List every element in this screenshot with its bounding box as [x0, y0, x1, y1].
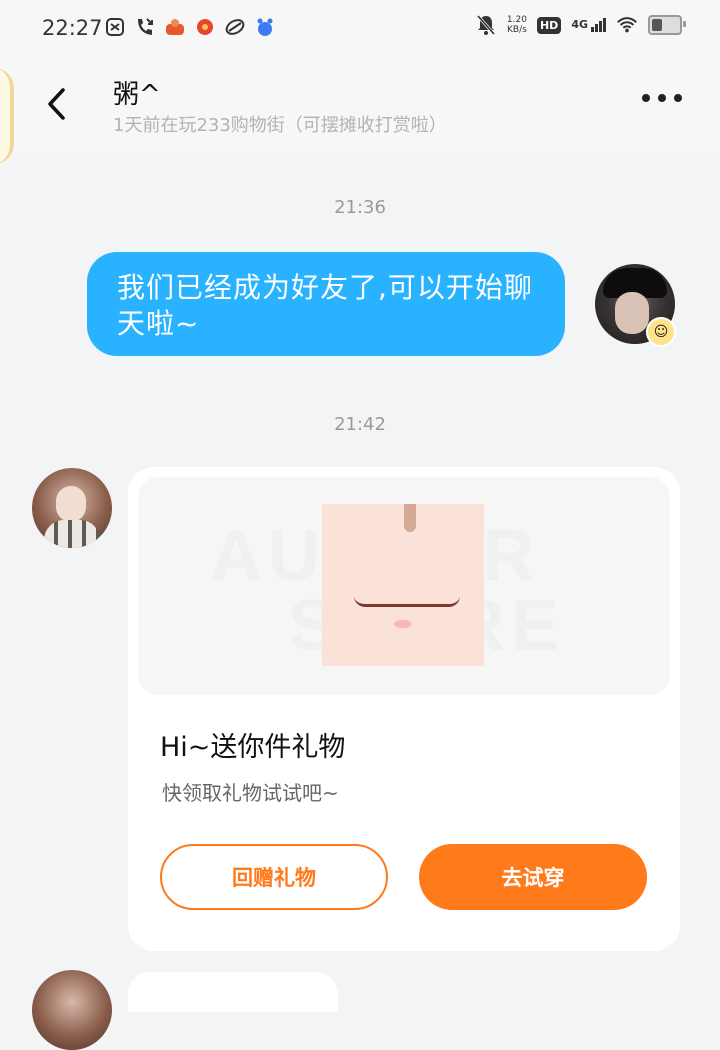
- notification-app-icon: [104, 16, 126, 38]
- gift-item-image: [322, 504, 484, 666]
- chat-header: 粥^ 1天前在玩233购物街（可摆摊收打赏啦）: [0, 56, 720, 164]
- contact-avatar[interactable]: [32, 468, 112, 548]
- status-app-icons: [104, 16, 276, 38]
- app-icon-blue: [254, 16, 276, 38]
- contact-name[interactable]: 粥^: [113, 74, 161, 111]
- net-speed-unit: KB/s: [507, 25, 527, 35]
- mute-bell-icon: [475, 14, 497, 36]
- message-timestamp: 21:42: [334, 414, 386, 435]
- signal-icon: 4G: [571, 18, 606, 32]
- gift-card[interactable]: AUSTAR STORE Hi~送你件礼物 快领取礼物试试吧~ 回赠礼物 去试穿: [128, 467, 680, 951]
- return-gift-button[interactable]: 回赠礼物: [160, 844, 388, 910]
- back-arrow-icon: [48, 88, 65, 120]
- more-options-button[interactable]: [642, 94, 682, 102]
- more-dot-icon: [642, 94, 650, 102]
- net-speed-value: 1.20: [506, 15, 527, 25]
- next-message-card[interactable]: [128, 972, 338, 1012]
- app-icon-link: [224, 16, 246, 38]
- hd-badge: HD: [536, 16, 562, 34]
- network-type: 4G: [571, 18, 588, 31]
- status-bar: 22:27 1.20 KB/s HD 4G: [0, 0, 720, 56]
- message-timestamp: 21:36: [334, 197, 386, 218]
- gift-preview[interactable]: AUSTAR STORE: [138, 477, 670, 695]
- missed-call-icon: [134, 16, 156, 38]
- gift-subtitle: 快领取礼物试试吧~: [162, 781, 339, 805]
- more-dot-icon: [674, 94, 682, 102]
- contact-avatar[interactable]: [32, 970, 112, 1050]
- net-speed: 1.20 KB/s: [507, 15, 527, 35]
- back-button[interactable]: [36, 82, 76, 126]
- app-icon-orange: [164, 16, 186, 38]
- header-decoration: [0, 68, 14, 164]
- status-time: 22:27: [42, 16, 103, 40]
- more-dot-icon: [658, 94, 666, 102]
- outgoing-message-bubble[interactable]: 我们已经成为好友了,可以开始聊天啦~: [87, 252, 565, 356]
- app-icon-red: [194, 16, 216, 38]
- battery-icon: [648, 15, 686, 35]
- gift-title: Hi~送你件礼物: [160, 732, 346, 763]
- contact-status: 1天前在玩233购物街（可摆摊收打赏啦）: [113, 115, 447, 136]
- try-on-button[interactable]: 去试穿: [419, 844, 647, 910]
- status-right: 1.20 KB/s HD 4G: [475, 14, 686, 36]
- wifi-icon: [616, 14, 638, 36]
- emoji-badge-icon: ☺: [646, 317, 676, 347]
